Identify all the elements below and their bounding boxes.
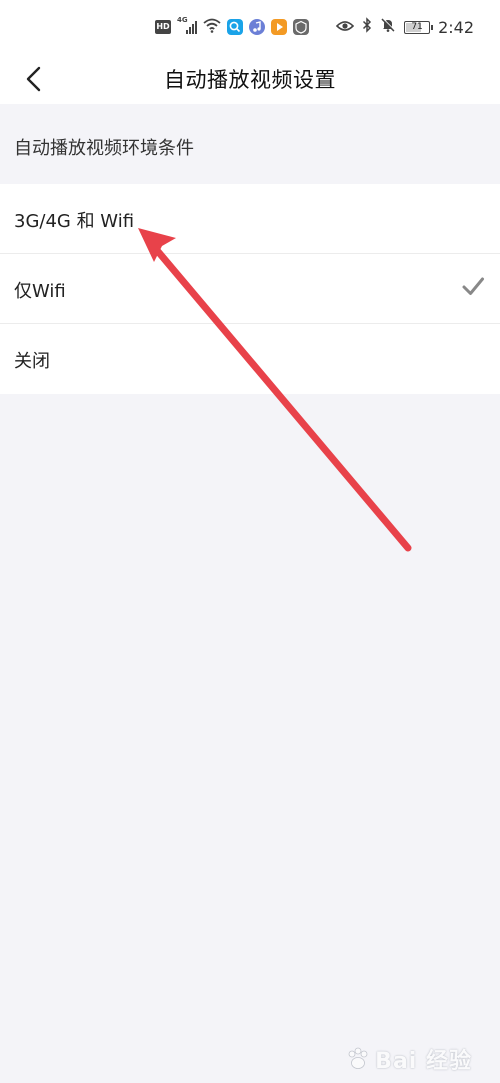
option-label: 关闭 — [14, 351, 50, 372]
section-header-label: 自动播放视频环境条件 — [14, 138, 194, 159]
hd-badge: HD — [155, 20, 171, 34]
option-label: 仅Wifi — [14, 281, 66, 302]
option-3g-4g-wifi[interactable]: 3G/4G 和 Wifi — [0, 184, 500, 254]
option-label: 3G/4G 和 Wifi — [14, 211, 135, 232]
checkmark-icon — [462, 277, 484, 295]
bluetooth-icon — [362, 17, 372, 37]
option-off[interactable]: 关闭 — [0, 324, 500, 394]
screen: HD 4G 71 2:42 自动播放视频设置 自动播放视频环境条件 3G/4G … — [0, 0, 500, 1083]
watermark-text: Bai 经验 — [375, 1049, 472, 1074]
4g-signal-icon: 4G — [177, 16, 197, 35]
shield-app-icon — [293, 19, 309, 35]
option-wifi-only[interactable]: 仅Wifi — [0, 254, 500, 324]
nav-bar: 自动播放视频设置 — [0, 54, 500, 104]
paw-logo-icon — [348, 1047, 368, 1069]
battery-icon: 71 — [404, 20, 434, 34]
page-title: 自动播放视频设置 — [164, 68, 336, 92]
battery-level-text: 71 — [411, 21, 423, 32]
search-app-icon — [227, 19, 243, 35]
autoplay-options-list: 3G/4G 和 Wifi 仅Wifi 关闭 — [0, 184, 500, 394]
status-bar: HD 4G 71 2:42 — [0, 0, 500, 54]
music-app-icon — [249, 19, 265, 35]
status-bar-left: HD 4G — [155, 16, 309, 38]
mute-icon — [380, 17, 396, 37]
section-header: 自动播放视频环境条件 — [0, 104, 500, 184]
watermark: Bai 经验 — [345, 1043, 472, 1075]
status-time: 2:42 — [438, 17, 474, 37]
wifi-icon — [203, 17, 221, 37]
play-app-icon — [271, 19, 287, 35]
status-bar-right: 71 2:42 — [335, 16, 474, 38]
eye-icon — [335, 18, 355, 37]
